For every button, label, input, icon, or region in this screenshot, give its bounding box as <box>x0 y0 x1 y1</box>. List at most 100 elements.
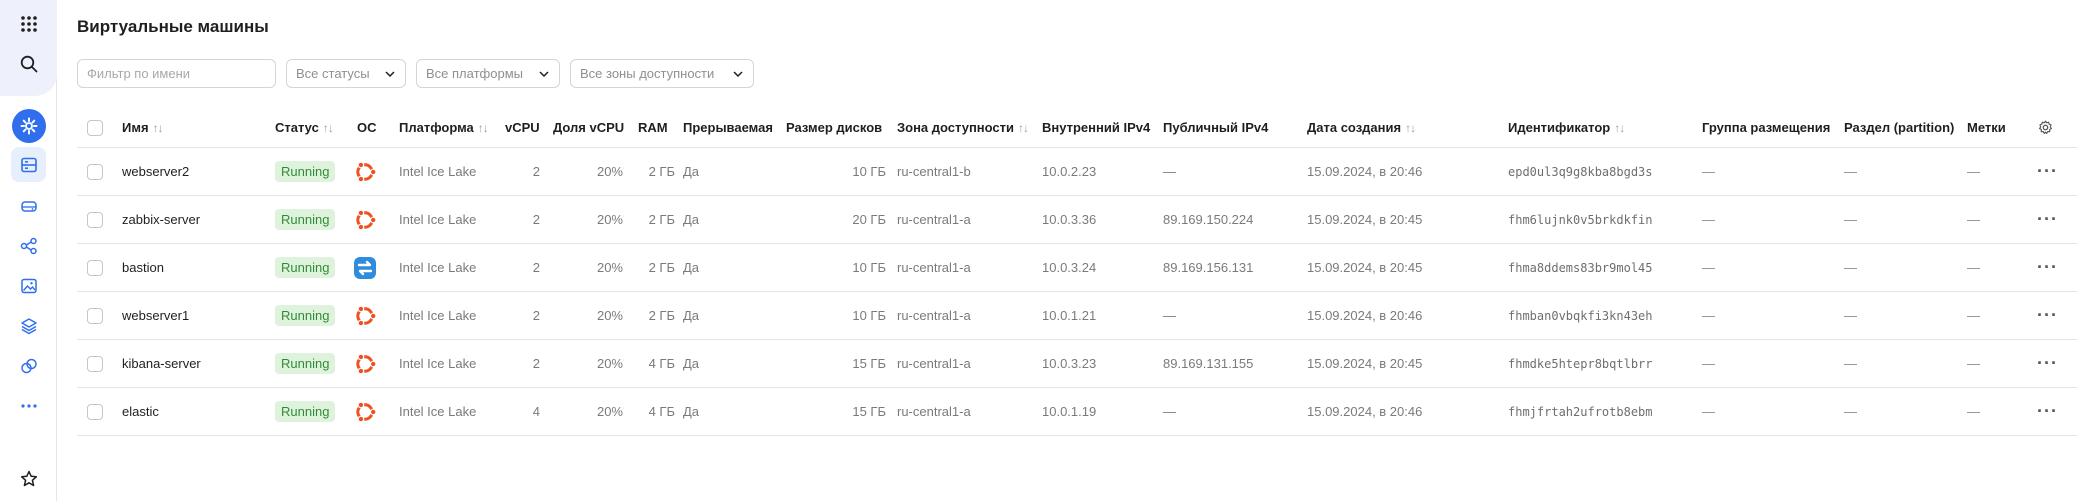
cell-disk-size: 10 ГБ <box>786 292 886 339</box>
row-checkbox[interactable] <box>87 355 103 372</box>
id-value: fhmdke5htepr8bqtlbrr <box>1508 356 1653 371</box>
disk-icon[interactable] <box>11 188 46 223</box>
status-cell: Running <box>275 388 336 435</box>
table-row[interactable]: Running elastic Intel Ice Lake 4 20% 4 ГБ Да 15… <box>77 388 2077 436</box>
row-actions-menu-icon[interactable]: ··· <box>2037 161 2058 182</box>
select-all-checkbox[interactable] <box>87 119 103 136</box>
partition-value: — <box>1844 212 1857 227</box>
compute-service-icon[interactable] <box>12 109 46 143</box>
labels-value: — <box>1967 356 1980 371</box>
ubuntu-os-icon <box>352 351 378 377</box>
row-actions-menu-icon[interactable]: ··· <box>2037 257 2058 278</box>
snapshot-icon[interactable] <box>11 348 46 383</box>
ram-value: 2 ГБ <box>648 260 675 275</box>
col-vcpu-share-label: Доля vCPU <box>553 120 625 135</box>
row-checkbox[interactable] <box>87 259 103 276</box>
cell-name[interactable]: bastion <box>122 244 164 291</box>
cell-vcpu: 2 <box>505 340 540 387</box>
table-row[interactable]: Running zabbix-server Intel Ice Lake 2 20% 2 … <box>77 196 2077 244</box>
row-actions-cell: ··· <box>2037 196 2058 243</box>
name-value[interactable]: kibana-server <box>122 356 201 371</box>
col-labels-label: Метки <box>1967 120 2006 135</box>
labels-value: — <box>1967 212 1980 227</box>
id-value: fhm6lujnk0v5brkdkfin <box>1508 212 1653 227</box>
sort-icon: ↑↓ <box>1405 120 1416 135</box>
status-select[interactable]: Все статусы <box>286 59 406 88</box>
vcpu-value: 2 <box>532 308 540 323</box>
row-checkbox[interactable] <box>87 163 103 180</box>
name-filter-input[interactable] <box>77 59 276 88</box>
status-badge: Running <box>275 305 336 326</box>
layers-icon[interactable] <box>11 308 46 343</box>
disk-size-value: 15 ГБ <box>852 404 886 419</box>
image-icon[interactable] <box>11 268 46 303</box>
row-actions-menu-icon[interactable]: ··· <box>2037 209 2058 230</box>
cell-id: epd0ul3q9g8kba8bgd3s <box>1508 148 1653 195</box>
col-ram-label: RAM <box>638 120 668 135</box>
vm-list-icon[interactable] <box>11 147 46 182</box>
table-row[interactable]: Running kibana-server Intel Ice Lake 2 20% 4 … <box>77 340 2077 388</box>
cell-ram: 2 ГБ <box>638 148 675 195</box>
col-created[interactable]: Дата создания ↑↓ <box>1307 108 1416 147</box>
cell-placement-group: — <box>1702 148 1715 195</box>
name-value[interactable]: elastic <box>122 404 159 419</box>
cell-platform: Intel Ice Lake <box>399 292 476 339</box>
name-value[interactable]: webserver2 <box>122 164 189 179</box>
cell-id: fhmjfrtah2ufrotb8ebm <box>1508 388 1653 435</box>
cell-name[interactable]: zabbix-server <box>122 196 200 243</box>
ubuntu-os-icon <box>352 159 378 185</box>
table-row[interactable]: Running bastion Intel Ice Lake 2 20% 2 ГБ Да 10… <box>77 244 2077 292</box>
status-cell: Running <box>275 244 336 291</box>
name-value[interactable]: bastion <box>122 260 164 275</box>
cell-vcpu-share: 20% <box>553 196 623 243</box>
cell-preemptible: Да <box>683 244 699 291</box>
row-checkbox[interactable] <box>87 307 103 324</box>
cell-name[interactable]: elastic <box>122 388 159 435</box>
cell-partition: — <box>1844 148 1857 195</box>
cell-vcpu: 2 <box>505 148 540 195</box>
col-status[interactable]: Статус ↑↓ <box>275 108 334 147</box>
col-zone[interactable]: Зона доступности ↑↓ <box>897 108 1029 147</box>
cell-name[interactable]: webserver2 <box>122 148 189 195</box>
favorites-star-icon[interactable] <box>11 461 46 496</box>
row-actions-menu-icon[interactable]: ··· <box>2037 401 2058 422</box>
cell-name[interactable]: kibana-server <box>122 340 201 387</box>
col-platform[interactable]: Платформа ↑↓ <box>399 108 489 147</box>
col-partition: Раздел (partition) <box>1844 108 1954 147</box>
col-id[interactable]: Идентификатор ↑↓ <box>1508 108 1625 147</box>
vm-table: Имя ↑↓ Статус ↑↓ ОС Платформа ↑↓ vCPU Доля … <box>77 108 2077 436</box>
platform-value: Intel Ice Lake <box>399 164 477 179</box>
name-value[interactable]: webserver1 <box>122 308 189 323</box>
table-row[interactable]: Running webserver1 Intel Ice Lake 2 20% 2 ГБ Д… <box>77 292 2077 340</box>
cell-created: 15.09.2024, в 20:45 <box>1307 340 1422 387</box>
cell-vcpu: 2 <box>505 244 540 291</box>
col-status-label: Статус <box>275 120 319 135</box>
preemptible-value: Да <box>683 404 700 419</box>
row-checkbox[interactable] <box>87 403 103 420</box>
sort-icon: ↑↓ <box>477 120 489 135</box>
created-value: 15.09.2024, в 20:45 <box>1307 260 1423 275</box>
col-os: ОС <box>357 108 377 147</box>
row-checkbox[interactable] <box>87 211 103 228</box>
row-actions-menu-icon[interactable]: ··· <box>2037 305 2058 326</box>
platform-select[interactable]: Все платформы <box>416 59 560 88</box>
internal-ip-value: 10.0.2.23 <box>1042 164 1097 179</box>
cell-name[interactable]: webserver1 <box>122 292 189 339</box>
apps-grid-icon[interactable] <box>11 6 46 41</box>
table-row[interactable]: Running webserver2 Intel Ice Lake 2 20% 2 ГБ Д… <box>77 148 2077 196</box>
more-icon[interactable] <box>11 388 46 423</box>
col-name[interactable]: Имя ↑↓ <box>122 108 164 147</box>
row-actions-menu-icon[interactable]: ··· <box>2037 353 2058 374</box>
table-settings-gear-icon[interactable] <box>2037 108 2054 147</box>
cell-preemptible: Да <box>683 196 699 243</box>
name-value[interactable]: zabbix-server <box>122 212 200 227</box>
cell-platform: Intel Ice Lake <box>399 388 476 435</box>
zone-select[interactable]: Все зоны доступности <box>570 59 754 88</box>
network-icon[interactable] <box>11 228 46 263</box>
cell-zone: ru-central1-b <box>897 148 971 195</box>
placement-group-value: — <box>1702 356 1715 371</box>
search-icon[interactable] <box>11 46 46 81</box>
cell-vcpu-share: 20% <box>553 244 623 291</box>
cell-platform: Intel Ice Lake <box>399 244 476 291</box>
col-public-ip-label: Публичный IPv4 <box>1163 120 1269 135</box>
